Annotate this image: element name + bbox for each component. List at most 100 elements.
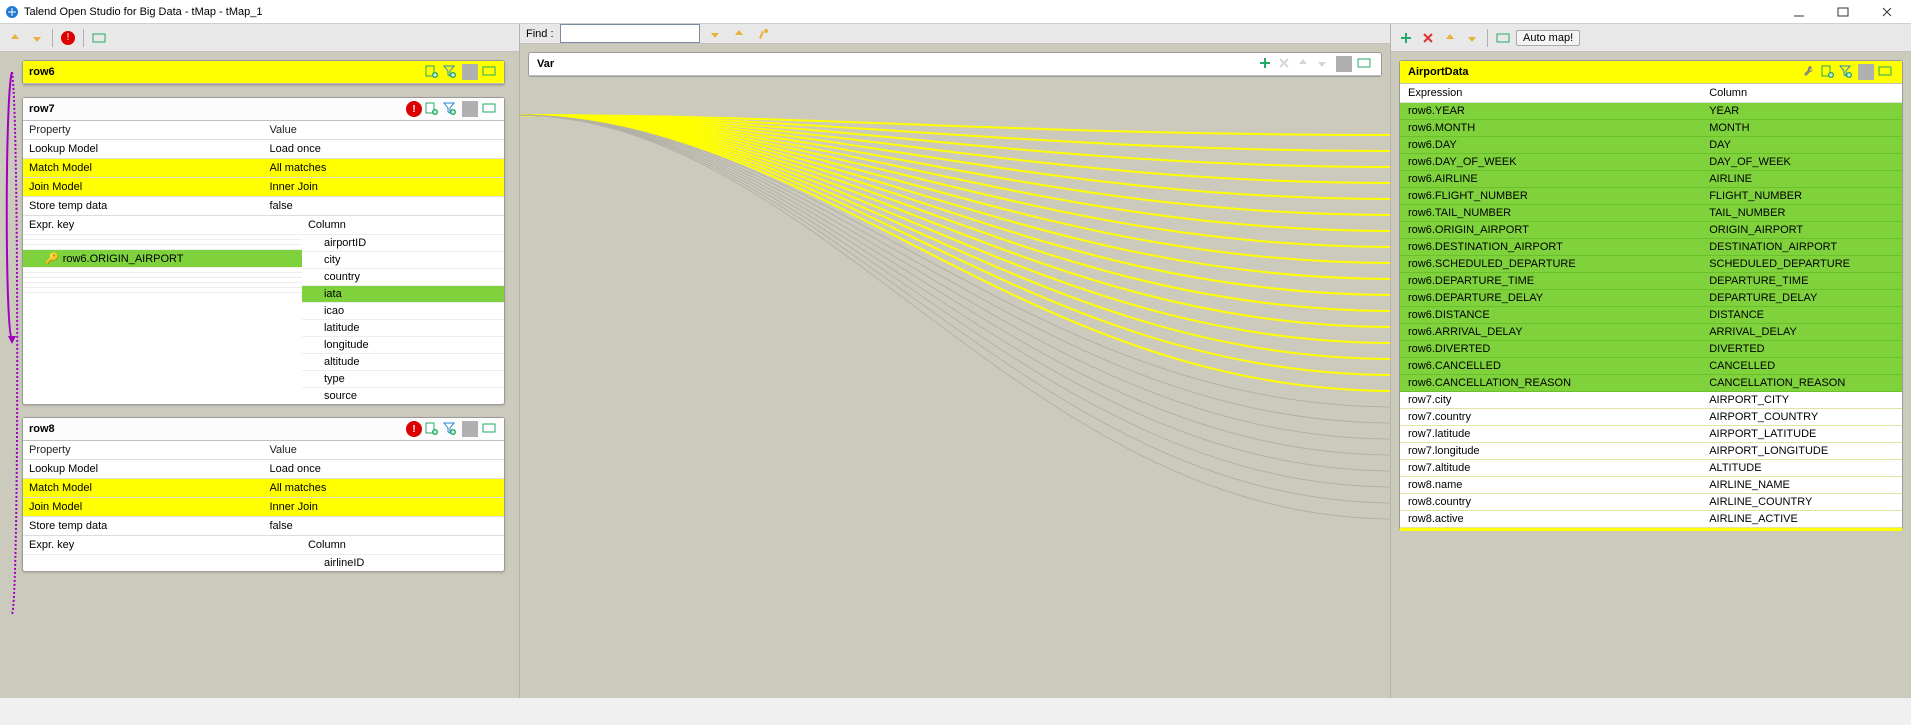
output-expr-cell[interactable]: row6.DIVERTED: [1400, 341, 1701, 358]
output-col-cell[interactable]: DESTINATION_AIRPORT: [1701, 239, 1902, 256]
error-indicator-button[interactable]: !: [406, 421, 422, 437]
output-expr-cell[interactable]: row6.AIRLINE: [1400, 171, 1701, 188]
input-table-row8[interactable]: row8 ! Property Value Lookup ModelLoad o…: [22, 417, 505, 572]
prop-key[interactable]: Match Model: [23, 478, 264, 497]
minimize-table-button[interactable]: [482, 64, 498, 80]
output-col-cell[interactable]: DIVERTED: [1701, 341, 1902, 358]
output-col-cell[interactable]: AIRPORT_LATITUDE: [1701, 426, 1902, 443]
var-table[interactable]: Var: [528, 52, 1382, 77]
filter-button[interactable]: [442, 421, 458, 437]
output-expr-cell[interactable]: row6.MONTH: [1400, 120, 1701, 137]
column-cell[interactable]: longitude: [302, 336, 504, 353]
prop-key[interactable]: Lookup Model: [23, 139, 264, 158]
output-expr-cell[interactable]: row6.FLIGHT_NUMBER: [1400, 188, 1701, 205]
prop-value[interactable]: false: [264, 196, 505, 215]
output-col-cell[interactable]: DAY: [1701, 137, 1902, 154]
output-expr-cell[interactable]: row7.altitude: [1400, 460, 1701, 477]
filter-button[interactable]: [1838, 64, 1854, 80]
column-cell[interactable]: airlineID: [302, 554, 504, 571]
output-expr-cell[interactable]: row8.active: [1400, 511, 1701, 528]
output-expr-cell[interactable]: row8.country: [1400, 494, 1701, 511]
output-col-cell[interactable]: DISTANCE: [1701, 307, 1902, 324]
column-cell[interactable]: altitude: [302, 353, 504, 370]
move-down-button[interactable]: [28, 29, 46, 47]
prop-value[interactable]: Load once: [264, 139, 505, 158]
add-var-button[interactable]: [1258, 56, 1274, 72]
output-col-cell[interactable]: TAIL_NUMBER: [1701, 205, 1902, 222]
prop-value[interactable]: All matches: [264, 158, 505, 177]
output-expr-cell[interactable]: row6.DEPARTURE_DELAY: [1400, 290, 1701, 307]
output-col-cell[interactable]: DEPARTURE_TIME: [1701, 273, 1902, 290]
prop-key[interactable]: Store temp data: [23, 196, 264, 215]
input-scroll-area[interactable]: row6 row7 !: [0, 52, 519, 698]
error-indicator-button[interactable]: !: [406, 101, 422, 117]
output-expr-cell[interactable]: row6.DISTANCE: [1400, 307, 1701, 324]
output-expr-cell[interactable]: row6.CANCELLATION_REASON: [1400, 375, 1701, 392]
column-cell[interactable]: city: [302, 251, 504, 268]
error-indicator-button[interactable]: !: [59, 29, 77, 47]
prop-key[interactable]: Store temp data: [23, 516, 264, 535]
output-table-airportdata[interactable]: AirportData Expression Column row6.YEARY…: [1399, 60, 1903, 531]
output-expr-cell[interactable]: row6.DESTINATION_AIRPORT: [1400, 239, 1701, 256]
move-up-button[interactable]: [6, 29, 24, 47]
find-input[interactable]: [560, 24, 700, 43]
minimize-table-button[interactable]: [482, 421, 498, 437]
output-col-cell[interactable]: AIRLINE_NAME: [1701, 477, 1902, 494]
output-col-cell[interactable]: DAY_OF_WEEK: [1701, 154, 1902, 171]
output-col-cell[interactable]: ORIGIN_AIRPORT: [1701, 222, 1902, 239]
output-col-cell[interactable]: AIRLINE_ACTIVE: [1701, 511, 1902, 528]
output-col-cell[interactable]: DEPARTURE_DELAY: [1701, 290, 1902, 307]
remove-output-button[interactable]: [1419, 29, 1437, 47]
column-cell[interactable]: source: [302, 387, 504, 404]
prop-key[interactable]: Lookup Model: [23, 459, 264, 478]
add-column-button[interactable]: [424, 421, 440, 437]
find-prev-button[interactable]: [730, 25, 748, 43]
output-expr-cell[interactable]: row7.longitude: [1400, 443, 1701, 460]
prop-key[interactable]: Match Model: [23, 158, 264, 177]
output-expr-cell[interactable]: row7.country: [1400, 409, 1701, 426]
input-table-row6[interactable]: row6: [22, 60, 505, 85]
remove-var-button[interactable]: [1277, 56, 1293, 72]
output-col-cell[interactable]: MONTH: [1701, 120, 1902, 137]
prop-value[interactable]: Load once: [264, 459, 505, 478]
output-col-cell[interactable]: ALTITUDE: [1701, 460, 1902, 477]
output-expr-cell[interactable]: row6.ARRIVAL_DELAY: [1400, 324, 1701, 341]
settings-output-button[interactable]: [1494, 29, 1512, 47]
expr-key-cell[interactable]: [23, 292, 302, 297]
output-expr-cell[interactable]: row6.DAY_OF_WEEK: [1400, 154, 1701, 171]
minimize-table-button[interactable]: [482, 101, 498, 117]
prop-key[interactable]: Join Model: [23, 177, 264, 196]
output-col-cell[interactable]: SCHEDULED_DEPARTURE: [1701, 256, 1902, 273]
expr-key-cell[interactable]: 🔑row6.ORIGIN_AIRPORT: [23, 249, 302, 267]
prop-value[interactable]: Inner Join: [264, 497, 505, 516]
wrench-button[interactable]: [1802, 64, 1818, 80]
minimize-var-button[interactable]: [1357, 56, 1373, 72]
output-expr-cell[interactable]: row6.TAIL_NUMBER: [1400, 205, 1701, 222]
column-cell[interactable]: latitude: [302, 319, 504, 336]
output-col-cell[interactable]: AIRPORT_LONGITUDE: [1701, 443, 1902, 460]
output-expr-cell[interactable]: row6.CANCELLED: [1400, 358, 1701, 375]
settings-button[interactable]: [90, 29, 108, 47]
filter-button[interactable]: [442, 101, 458, 117]
output-expr-cell[interactable]: row6.DAY: [1400, 137, 1701, 154]
output-expr-cell[interactable]: row6.SCHEDULED_DEPARTURE: [1400, 256, 1701, 273]
column-cell[interactable]: airportID: [302, 234, 504, 251]
column-cell[interactable]: iata: [302, 285, 504, 302]
move-var-down-button[interactable]: [1315, 56, 1331, 72]
input-table-row7[interactable]: row7 ! Property Value Lookup ModelLoad o…: [22, 97, 505, 405]
move-var-up-button[interactable]: [1296, 56, 1312, 72]
column-cell[interactable]: country: [302, 268, 504, 285]
add-column-button[interactable]: [1820, 64, 1836, 80]
output-col-cell[interactable]: AIRLINE: [1701, 171, 1902, 188]
output-expr-cell[interactable]: row8.name: [1400, 477, 1701, 494]
output-expr-cell[interactable]: row6.ORIGIN_AIRPORT: [1400, 222, 1701, 239]
add-output-button[interactable]: [1397, 29, 1415, 47]
output-col-cell[interactable]: AIRPORT_COUNTRY: [1701, 409, 1902, 426]
output-expr-cell[interactable]: row7.city: [1400, 392, 1701, 409]
output-expr-cell[interactable]: row7.latitude: [1400, 426, 1701, 443]
output-col-cell[interactable]: CANCELLED: [1701, 358, 1902, 375]
minimize-output-button[interactable]: [1878, 64, 1894, 80]
output-col-cell[interactable]: AIRLINE_COUNTRY: [1701, 494, 1902, 511]
output-col-cell[interactable]: CANCELLATION_REASON: [1701, 375, 1902, 392]
prop-value[interactable]: Inner Join: [264, 177, 505, 196]
